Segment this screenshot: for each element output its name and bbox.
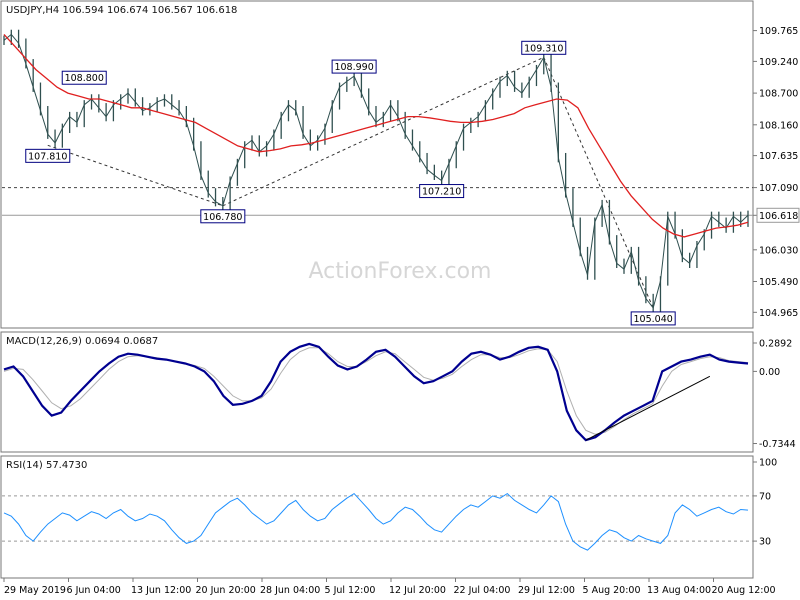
x-tick-label: 13 Jun 12:00 [131,585,191,596]
rsi-title: RSI(14) 57.4730 [6,460,87,471]
x-tick-label: 13 Aug 04:00 [647,585,711,596]
x-tick-label: 5 Jul 12:00 [325,585,376,596]
price-label: 106.780 [203,212,242,223]
x-tick-label: 28 Jun 04:00 [260,585,320,596]
x-tick-label: 29 May 2019 [4,585,66,596]
x-tick-label: 5 Aug 20:00 [583,585,641,596]
x-tick-label: 12 Jul 20:00 [389,585,446,596]
macd-y-tick-label: 0.00 [759,367,780,378]
forex-chart: ActionForex.com 108.800 107.810 106.780 108… [0,0,800,600]
y-tick-label: 104.965 [759,308,798,319]
x-tick-label: 6 Jun 04:00 [67,585,121,596]
price-label: 107.810 [28,151,67,162]
watermark: ActionForex.com [309,259,492,284]
y-tick-label: 109.765 [759,26,798,37]
rsi-y-tick-label: 30 [759,537,771,548]
rsi-panel [0,455,754,579]
x-tick-label: 22 Jul 04:00 [454,585,511,596]
price-label: 109.310 [524,43,563,54]
macd-y-tick-label: -0.7344 [759,439,796,450]
macd-y-tick-label: 0.2892 [759,338,792,349]
price-label: 107.210 [422,187,461,198]
y-tick-label: 107.090 [759,183,798,194]
y-tick-label: 106.618 [759,211,798,222]
y-tick-label: 106.030 [759,245,798,256]
price-title: USDJPY,H4 106.594 106.674 106.567 106.61… [6,5,237,16]
macd-title: MACD(12,26,9) 0.0694 0.0687 [6,336,158,347]
rsi-y-tick-label: 100 [759,458,777,469]
y-tick-label: 108.700 [759,89,798,100]
x-tick-label: 20 Jun 20:00 [196,585,256,596]
price-label: 105.040 [634,314,673,325]
x-tick-label: 29 Jul 12:00 [518,585,575,596]
y-tick-label: 108.160 [759,120,798,131]
price-label: 108.990 [334,62,373,73]
x-tick-label: 20 Aug 12:00 [712,585,776,596]
rsi-y-tick-label: 70 [759,491,771,502]
price-label: 108.800 [65,73,104,84]
y-tick-label: 107.635 [759,151,798,162]
macd-panel [0,331,754,453]
y-tick-label: 105.490 [759,277,798,288]
chart-svg: ActionForex.com 108.800 107.810 106.780 108… [0,0,800,596]
y-tick-label: 109.240 [759,57,798,68]
